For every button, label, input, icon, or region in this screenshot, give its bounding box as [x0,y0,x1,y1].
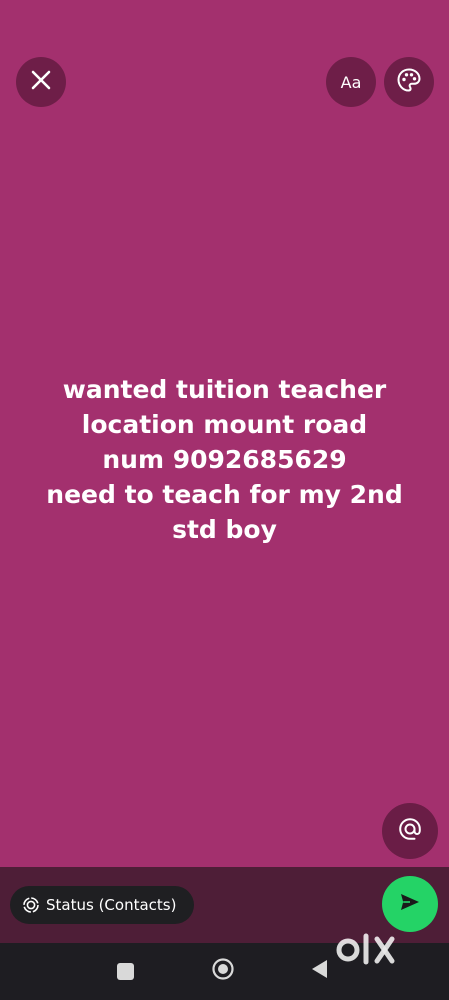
color-palette-button[interactable] [384,57,434,107]
triangle-back-icon [310,958,330,984]
status-ring-icon [22,896,40,914]
status-audience-label: Status (Contacts) [46,896,177,914]
status-text-line: location mount road [81,410,368,439]
status-compose-screen: Aa wanted tuition teacher location mount… [0,0,449,1000]
home-button[interactable] [211,957,235,985]
at-sign-icon [397,816,423,846]
recent-apps-button[interactable] [117,963,134,980]
status-text[interactable]: wanted tuition teacher location mount ro… [0,372,449,547]
font-style-label: Aa [340,72,362,92]
close-icon [30,69,52,95]
send-button[interactable] [382,876,438,932]
status-text-line: num 9092685629 [102,445,347,474]
palette-icon [396,67,422,97]
close-button[interactable] [16,57,66,107]
font-style-button[interactable]: Aa [326,57,376,107]
olx-watermark-logo [334,930,416,970]
status-text-line: wanted tuition teacher [62,375,387,404]
mention-button[interactable] [382,803,438,859]
send-icon [398,890,422,918]
status-text-line: std boy [172,515,277,544]
status-audience-button[interactable]: Status (Contacts) [10,886,194,924]
back-button[interactable] [309,960,331,982]
circle-home-icon [211,957,235,985]
status-text-line: need to teach for my 2nd [46,480,403,509]
